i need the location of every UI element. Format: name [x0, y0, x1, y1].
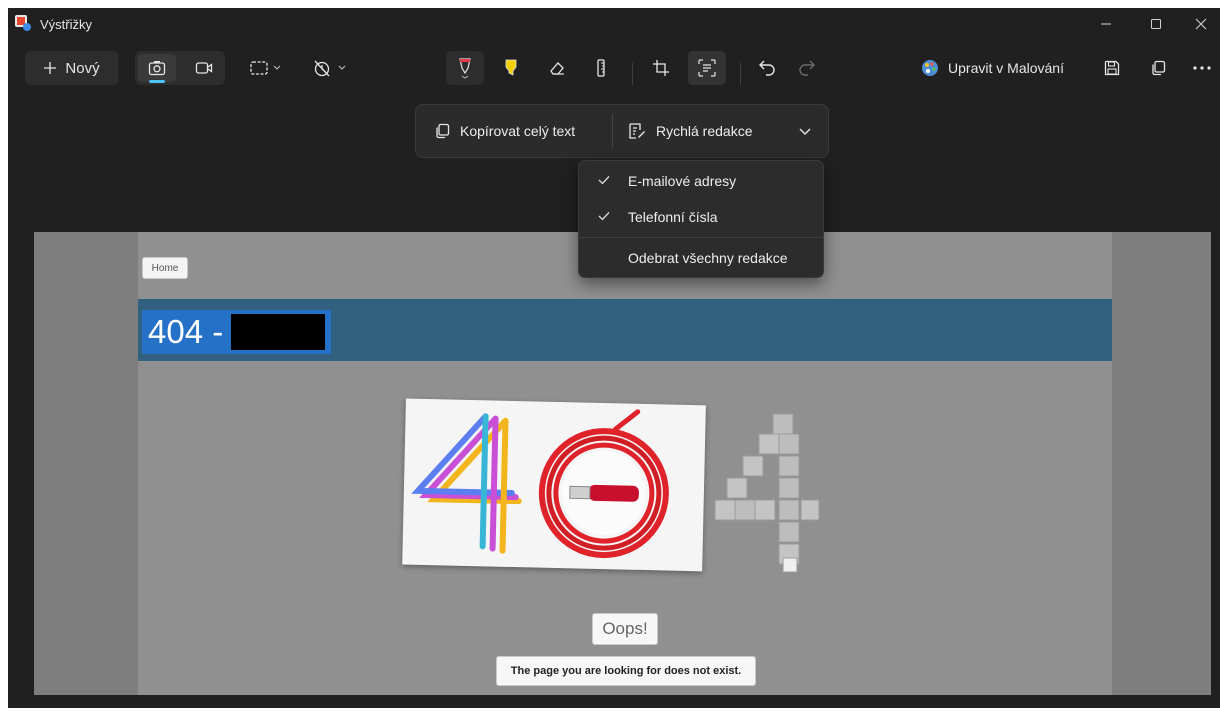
page-title: 404 -	[142, 310, 332, 354]
keyboard-keys-four-graphic	[714, 413, 820, 573]
close-button[interactable]	[1178, 8, 1220, 40]
toolbar: Nový Upravit v Malování	[8, 48, 1220, 100]
maximize-button[interactable]	[1133, 8, 1179, 40]
menu-item-phone-numbers[interactable]: Telefonní čísla	[579, 199, 823, 235]
menu-item-email-addresses[interactable]: E-mailové adresy	[579, 163, 823, 199]
capture-mode-toggle	[135, 51, 225, 85]
toolbar-separator	[632, 63, 633, 85]
title-bar: Výstřižky	[8, 8, 1220, 44]
snipping-tool-window: Výstřižky Nový Upravit v Malování Home 4…	[8, 8, 1220, 708]
menu-item-label: Telefonní čísla	[628, 209, 718, 225]
more-icon	[1193, 66, 1211, 70]
quick-redact-button[interactable]: Rychlá redakce	[628, 105, 753, 157]
new-snip-label: Nový	[65, 59, 100, 77]
home-link: Home	[142, 257, 188, 279]
edit-in-paint-button[interactable]: Upravit v Malování	[904, 51, 1080, 85]
cables-usb-drawing	[411, 409, 669, 559]
404-illustration	[402, 398, 711, 576]
redaction-block	[231, 314, 326, 350]
record-mode-button[interactable]	[187, 54, 221, 82]
menu-item-remove-all-redactions[interactable]: Odebrat všechny redakce	[579, 240, 823, 276]
copy-icon	[1152, 60, 1166, 76]
checkmark-icon	[598, 212, 610, 221]
ruler-icon	[597, 59, 605, 77]
more-options-button[interactable]	[1186, 51, 1218, 85]
snip-mode-button[interactable]	[138, 54, 176, 83]
highlighter-button[interactable]	[494, 51, 528, 85]
yellow-highlighter-icon	[505, 59, 517, 76]
snip-shape-dropdown[interactable]	[244, 51, 290, 85]
crop-icon	[653, 60, 669, 76]
page-title-text: 404 -	[148, 313, 224, 350]
404-cables-card	[402, 398, 706, 572]
close-icon	[1195, 18, 1207, 30]
quick-redact-menu: E-mailové adresy Telefonní čísla Odebrat…	[578, 160, 824, 278]
eraser-button[interactable]	[540, 51, 574, 85]
undo-button[interactable]	[750, 51, 784, 85]
text-actions-icon	[698, 59, 716, 77]
minimize-button[interactable]	[1083, 8, 1129, 40]
text-actions-button[interactable]	[688, 51, 726, 85]
copy-icon	[436, 123, 450, 139]
red-pen-icon	[459, 58, 471, 79]
snipping-tool-app-icon	[15, 15, 31, 31]
rectangle-snip-icon	[250, 61, 281, 75]
redact-icon	[629, 123, 645, 139]
new-snip-button[interactable]: Nový	[25, 51, 118, 85]
copy-button[interactable]	[1142, 51, 1174, 85]
paint-palette-icon	[922, 60, 939, 76]
checkmark-icon	[598, 176, 610, 185]
redo-icon	[799, 60, 815, 76]
undo-icon	[759, 60, 775, 76]
captured-webpage: Home 404 - Oops! The page you are lookin…	[138, 232, 1112, 695]
menu-item-label: E-mailové adresy	[628, 173, 737, 189]
save-button[interactable]	[1096, 51, 1128, 85]
menu-divider	[579, 237, 823, 238]
page-banner: 404 -	[138, 299, 1112, 361]
eraser-icon	[550, 62, 564, 75]
crop-button[interactable]	[644, 51, 678, 85]
copy-all-text-label: Kopírovat celý text	[460, 123, 576, 139]
maximize-icon	[1151, 19, 1161, 29]
menu-item-label: Odebrat všechny redakce	[628, 250, 788, 266]
ballpoint-pen-button[interactable]	[446, 51, 484, 85]
quick-redact-label: Rychlá redakce	[656, 123, 753, 139]
edit-in-paint-label: Upravit v Malování	[948, 60, 1064, 76]
camera-icon	[148, 61, 166, 76]
video-camera-icon	[195, 62, 213, 74]
oops-label: Oops!	[592, 613, 658, 645]
redo-button[interactable]	[790, 51, 824, 85]
toolbar-separator	[740, 63, 741, 85]
text-actions-divider	[612, 114, 613, 148]
copy-all-text-button[interactable]: Kopírovat celý text	[434, 105, 575, 157]
quick-redact-dropdown-toggle[interactable]	[788, 105, 822, 157]
delay-timer-dropdown[interactable]	[308, 51, 354, 85]
save-icon	[1104, 60, 1120, 76]
snip-canvas[interactable]: Home 404 - Oops! The page you are lookin…	[34, 232, 1211, 695]
text-actions-bar: Kopírovat celý text Rychlá redakce	[415, 104, 829, 158]
chevron-down-icon	[799, 128, 811, 135]
not-found-message: The page you are looking for does not ex…	[496, 656, 756, 686]
no-timer-icon	[314, 60, 346, 77]
minimize-icon	[1101, 23, 1111, 25]
plus-icon	[44, 62, 57, 74]
ruler-button[interactable]	[584, 51, 618, 85]
app-title: Výstřižky	[40, 17, 92, 32]
